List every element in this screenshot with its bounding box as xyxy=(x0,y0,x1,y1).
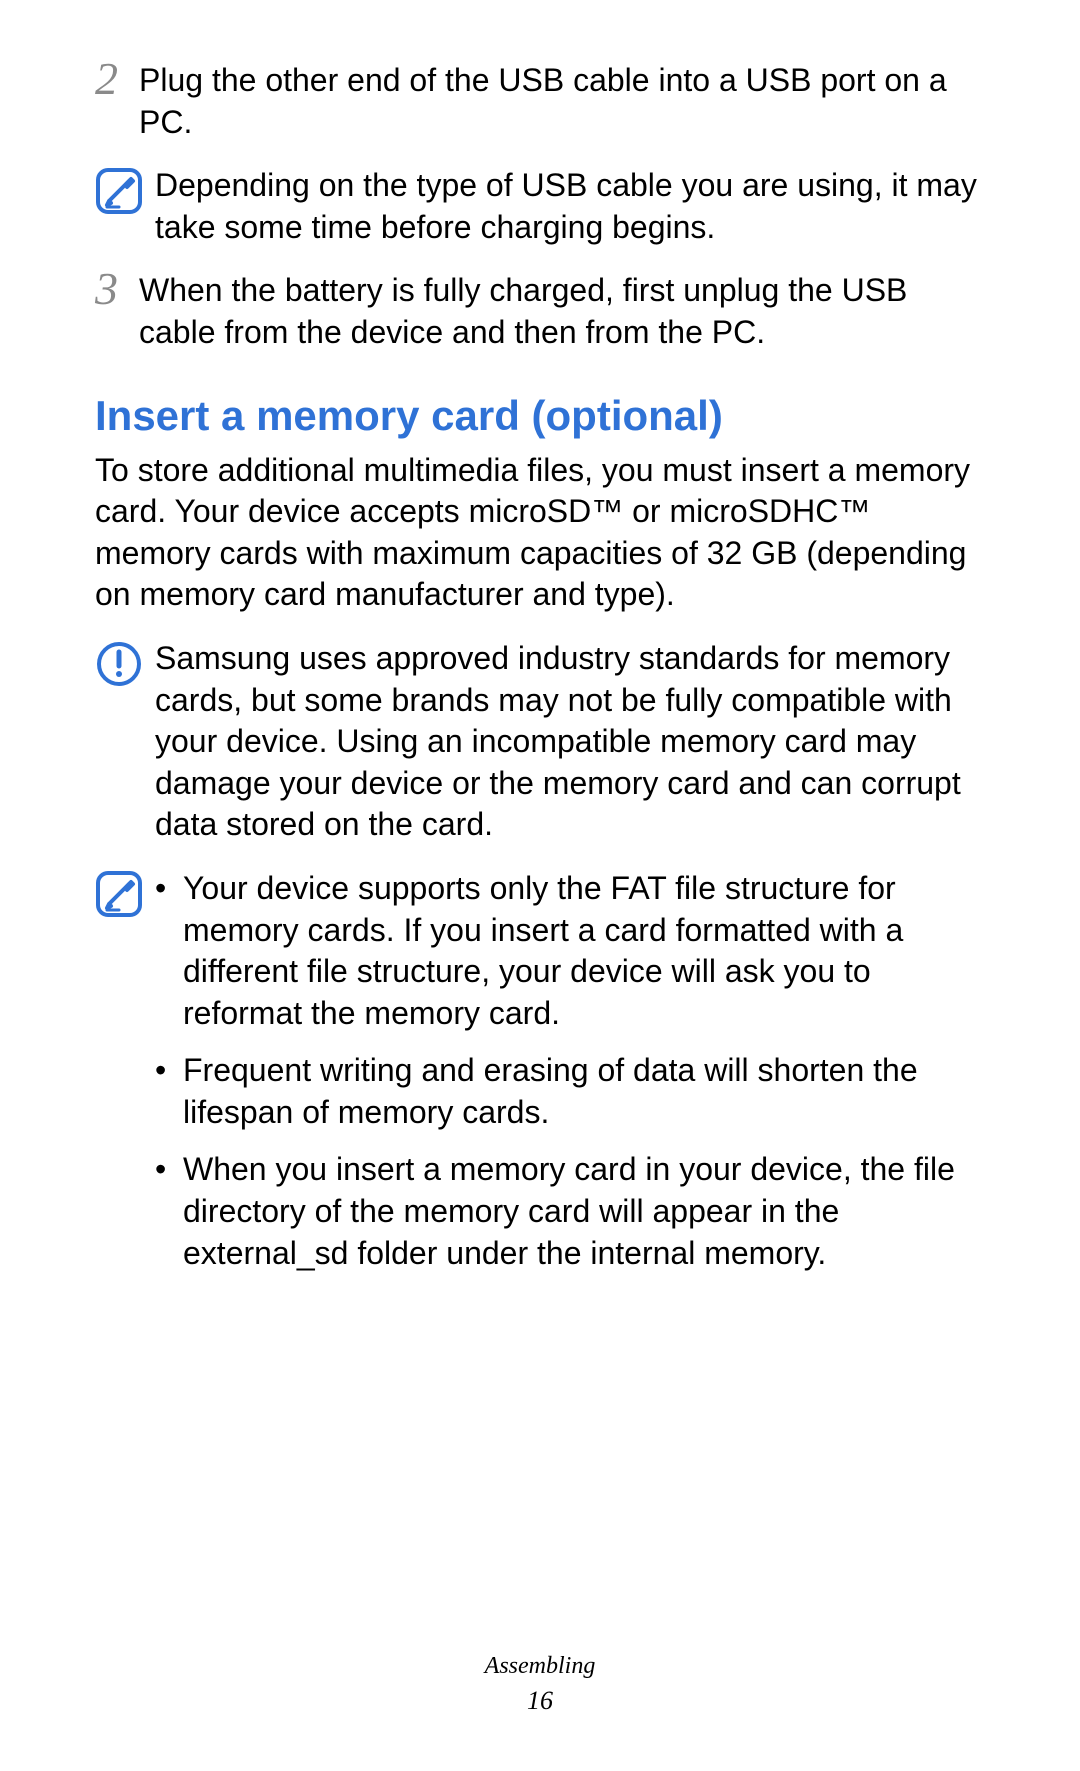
document-page: 2 Plug the other end of the USB cable in… xyxy=(0,0,1080,1771)
footer-page-number: 16 xyxy=(0,1686,1080,1716)
step-text: When the battery is fully charged, first… xyxy=(139,270,985,353)
step-3: 3 When the battery is fully charged, fir… xyxy=(95,270,985,353)
footer-section-name: Assembling xyxy=(0,1653,1080,1680)
note-text: Depending on the type of USB cable you a… xyxy=(155,165,985,248)
warning-icon xyxy=(95,640,151,688)
bullet-item: Frequent writing and erasing of data wil… xyxy=(155,1050,985,1133)
bullet-item: Your device supports only the FAT file s… xyxy=(155,868,985,1034)
note-icon xyxy=(95,870,151,918)
info-callout: Your device supports only the FAT file s… xyxy=(95,868,985,1290)
intro-paragraph: To store additional multimedia files, yo… xyxy=(95,450,985,616)
step-text: Plug the other end of the USB cable into… xyxy=(139,60,985,143)
step-number: 2 xyxy=(95,56,139,102)
bullet-item: When you insert a memory card in your de… xyxy=(155,1149,985,1274)
page-footer: Assembling 16 xyxy=(0,1653,1080,1716)
warning-callout: Samsung uses approved industry standards… xyxy=(95,638,985,846)
step-2: 2 Plug the other end of the USB cable in… xyxy=(95,60,985,143)
step-number: 3 xyxy=(95,266,139,312)
note-icon xyxy=(95,167,151,215)
warning-text: Samsung uses approved industry standards… xyxy=(155,638,985,846)
section-heading: Insert a memory card (optional) xyxy=(95,392,985,440)
info-bullets: Your device supports only the FAT file s… xyxy=(155,868,985,1290)
note-callout: Depending on the type of USB cable you a… xyxy=(95,165,985,248)
